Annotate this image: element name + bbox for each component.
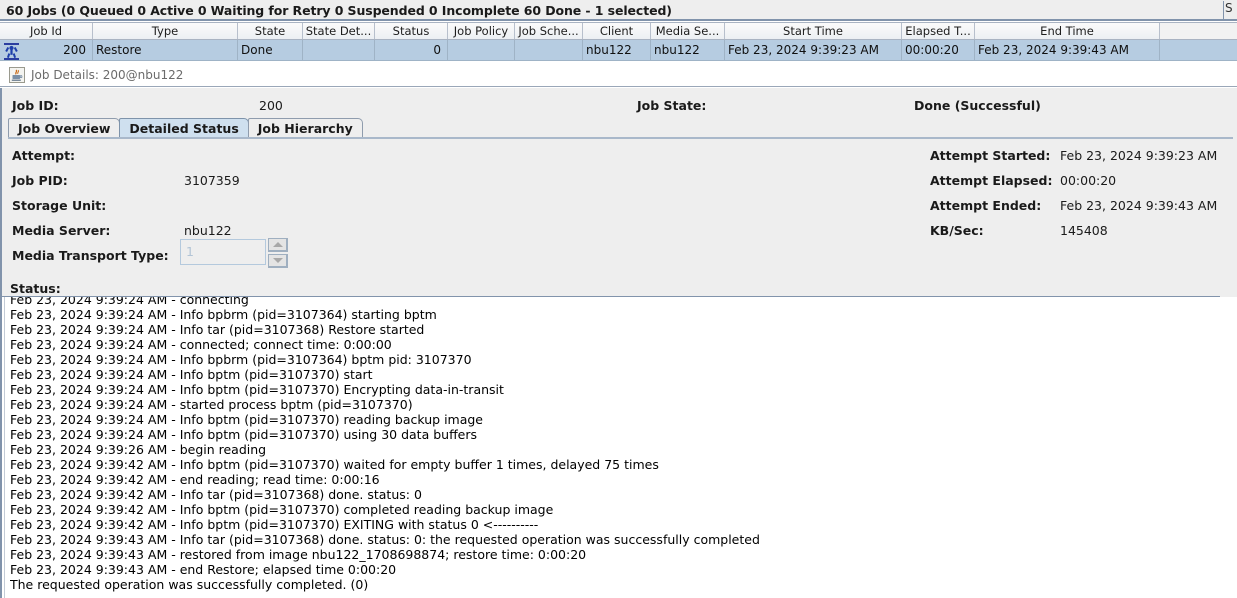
cell-state-det: [303, 40, 375, 60]
log-line: Feb 23, 2024 9:39:42 AM - Info bptm (pid…: [10, 457, 659, 472]
attempt-elapsed-label: Attempt Elapsed:: [930, 173, 1053, 188]
cell-job-sche: [515, 40, 583, 60]
job-id-value: 200: [259, 98, 283, 113]
cell-status: 0: [375, 40, 448, 60]
jobs-summary-text: 60 Jobs (0 Queued 0 Active 0 Waiting for…: [6, 3, 672, 18]
log-line: Feb 23, 2024 9:39:24 AM - started proces…: [10, 397, 413, 412]
job-state-value: Done (Successful): [914, 98, 1041, 113]
job-details-title: Job Details: 200@nbu122: [31, 67, 184, 82]
media-server-label: Media Server:: [12, 223, 111, 238]
log-line: Feb 23, 2024 9:39:43 AM - restored from …: [10, 547, 587, 562]
kb-per-sec-value: 145408: [1060, 223, 1108, 238]
job-details-panel: Job ID: 200 Job State: Done (Successful)…: [0, 88, 1237, 293]
log-line: Feb 23, 2024 9:39:43 AM - end Restore; e…: [10, 562, 397, 577]
attempt-started-label: Attempt Started:: [930, 148, 1051, 163]
column-header-job-sche[interactable]: Job Sche...: [515, 23, 583, 39]
attempt-input[interactable]: 1: [180, 239, 266, 265]
tab-job-overview[interactable]: Job Overview: [8, 118, 121, 137]
log-line: Feb 23, 2024 9:39:24 AM - Info bptm (pid…: [10, 427, 478, 442]
status-log-panel[interactable]: Feb 23, 2024 9:39:24 AM - connecting Feb …: [0, 297, 1237, 598]
attempt-ended-value: Feb 23, 2024 9:39:43 AM: [1060, 198, 1218, 213]
log-line: Feb 23, 2024 9:39:24 AM - Info bptm (pid…: [10, 412, 483, 427]
column-header-job-id[interactable]: Job Id: [0, 23, 93, 39]
attempt-stepper-buttons[interactable]: [268, 238, 290, 268]
log-panel-inner-border: [4, 297, 5, 598]
attempt-stepper[interactable]: 1: [180, 238, 292, 268]
attempt-elapsed-value: 00:00:20: [1060, 173, 1117, 188]
column-header-elapsed-t[interactable]: Elapsed T...: [902, 23, 975, 39]
job-details-titlebar: Job Details: 200@nbu122: [0, 63, 1237, 87]
jobs-table[interactable]: Job Id Type State State Det... Status Job Pol…: [0, 21, 1237, 63]
column-header-client[interactable]: Client: [583, 23, 651, 39]
log-line: Feb 23, 2024 9:39:24 AM - connected; con…: [10, 337, 392, 352]
log-line: Feb 23, 2024 9:39:42 AM - end reading; r…: [10, 472, 380, 487]
cell-state: Done: [238, 40, 303, 60]
kb-per-sec-label: KB/Sec:: [930, 223, 984, 238]
tab-job-hierarchy[interactable]: Job Hierarchy: [247, 118, 363, 137]
column-header-start-time[interactable]: Start Time: [725, 23, 902, 39]
job-state-label: Job State:: [637, 98, 707, 113]
jobs-summary-right-edge: S: [1223, 1, 1235, 20]
job-id-label: Job ID:: [12, 98, 59, 113]
attempt-started-value: Feb 23, 2024 9:39:23 AM: [1060, 148, 1218, 163]
column-header-state-det[interactable]: State Det...: [303, 23, 375, 39]
log-line: Feb 23, 2024 9:39:24 AM - Info bptm (pid…: [10, 382, 504, 397]
jobs-table-header[interactable]: Job Id Type State State Det... Status Job Pol…: [0, 22, 1237, 40]
status-label: Status:: [10, 281, 61, 296]
cell-elapsed-t: 00:00:20: [902, 40, 975, 60]
tab-underline: [8, 137, 1233, 139]
log-line: Feb 23, 2024 9:39:24 AM - Info tar (pid=…: [10, 322, 425, 337]
column-header-status[interactable]: Status: [375, 23, 448, 39]
job-details-tabs[interactable]: Job Overview Detailed Status Job Hierarchy: [8, 118, 363, 137]
attempt-ended-label: Attempt Ended:: [930, 198, 1042, 213]
log-line: Feb 23, 2024 9:39:24 AM - Info bptm (pid…: [10, 367, 373, 382]
cell-type: Restore: [93, 40, 238, 60]
column-header-job-policy[interactable]: Job Policy: [448, 23, 515, 39]
job-pid-value: 3107359: [184, 173, 240, 188]
log-line: Feb 23, 2024 9:39:24 AM - connecting: [10, 297, 249, 307]
log-line: Feb 23, 2024 9:39:42 AM - Info tar (pid=…: [10, 487, 422, 502]
restore-job-icon: [2, 41, 20, 62]
column-header-media-se[interactable]: Media Se...: [651, 23, 725, 39]
jobs-summary-bar: 60 Jobs (0 Queued 0 Active 0 Waiting for…: [0, 0, 1237, 21]
log-line: Feb 23, 2024 9:39:42 AM - Info bptm (pid…: [10, 502, 554, 517]
attempt-decrement-button[interactable]: [268, 254, 288, 268]
cell-start-time: Feb 23, 2024 9:39:23 AM: [725, 40, 902, 60]
chevron-down-icon: [272, 258, 283, 263]
status-section-bar: Status:: [0, 281, 1237, 297]
cell-end-time: Feb 23, 2024 9:39:43 AM: [975, 40, 1160, 60]
attempt-label: Attempt:: [12, 148, 76, 163]
log-line: Feb 23, 2024 9:39:24 AM - Info bpbrm (pi…: [10, 307, 437, 322]
column-header-state[interactable]: State: [238, 23, 303, 39]
tab-detailed-status[interactable]: Detailed Status: [119, 118, 249, 137]
table-row[interactable]: 200 Restore Done 0 nbu122 nbu122 Feb 23, 2024 …: [0, 40, 1237, 61]
cell-client: nbu122: [583, 40, 651, 60]
chevron-up-icon: [272, 242, 283, 247]
log-line: Feb 23, 2024 9:39:26 AM - begin reading: [10, 442, 267, 457]
cell-job-policy: [448, 40, 515, 60]
log-line: Feb 23, 2024 9:39:24 AM - Info bpbrm (pi…: [10, 352, 472, 367]
log-line: Feb 23, 2024 9:39:43 AM - Info tar (pid=…: [10, 532, 760, 547]
job-pid-label: Job PID:: [12, 173, 68, 188]
storage-unit-label: Storage Unit:: [12, 198, 107, 213]
column-header-end-time[interactable]: End Time: [975, 23, 1160, 39]
log-line: Feb 23, 2024 9:39:42 AM - Info bptm (pid…: [10, 517, 539, 532]
attempt-increment-button[interactable]: [268, 238, 288, 252]
column-header-type[interactable]: Type: [93, 23, 238, 39]
media-transport-type-label: Media Transport Type:: [12, 248, 169, 263]
media-server-value: nbu122: [184, 223, 232, 238]
cell-media-se: nbu122: [651, 40, 725, 60]
log-line: The requested operation was successfully…: [10, 577, 369, 592]
status-log-lines: Feb 23, 2024 9:39:24 AM - connecting Feb …: [10, 297, 1235, 592]
log-panel-left-border: [0, 297, 2, 598]
java-app-icon: [9, 66, 25, 83]
